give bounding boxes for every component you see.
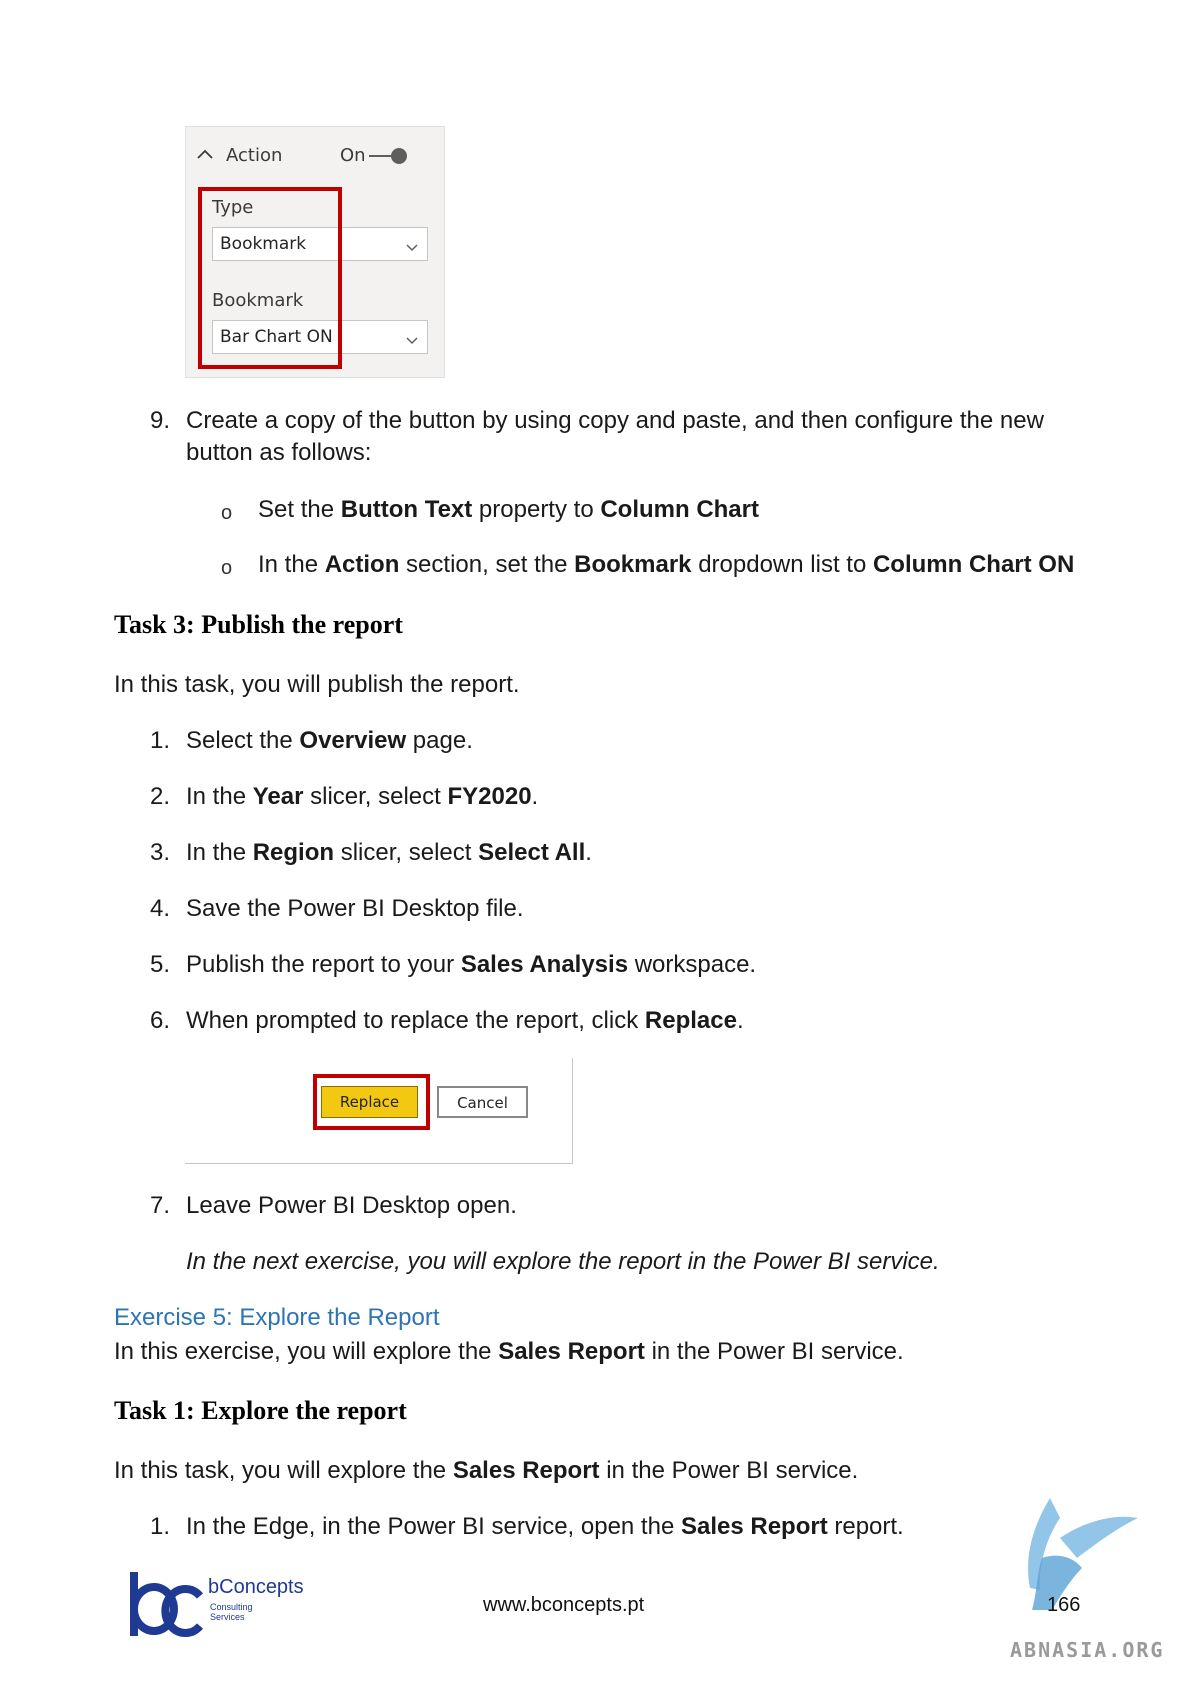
task3-step-2: In the Year slicer, select FY2020. bbox=[186, 783, 539, 810]
task1-intro: In this task, you will explore the Sales… bbox=[114, 1457, 859, 1484]
exercise5-intro: In this exercise, you will explore the S… bbox=[114, 1338, 904, 1365]
toggle-knob bbox=[391, 148, 407, 164]
watermark-text: ABNASIA.ORG bbox=[1010, 1638, 1165, 1662]
step-number: 4. bbox=[149, 895, 170, 922]
step9-line1: Create a copy of the button by using cop… bbox=[186, 407, 1044, 434]
task3-step-6: When prompted to replace the report, cli… bbox=[186, 1007, 744, 1034]
footer-url[interactable]: www.bconcepts.pt bbox=[483, 1594, 644, 1617]
page-number: 166 bbox=[1047, 1594, 1081, 1616]
step-number: 1. bbox=[149, 1513, 170, 1540]
task1-step-1: In the Edge, in the Power BI service, op… bbox=[186, 1513, 904, 1540]
step9-bullet-2: In the Action section, set the Bookmark … bbox=[258, 551, 1075, 578]
task3-step-3: In the Region slicer, select Select All. bbox=[186, 839, 592, 866]
step-number: 2. bbox=[149, 783, 170, 810]
action-header-label: Action bbox=[226, 145, 283, 166]
task3-step-7: Leave Power BI Desktop open. bbox=[186, 1192, 517, 1219]
brand-tagline-1: Consulting bbox=[210, 1602, 253, 1612]
task3-step-1: Select the Overview page. bbox=[186, 727, 473, 754]
step-number: 6. bbox=[149, 1007, 170, 1034]
bconcepts-logo: bConcepts Consulting Services bbox=[126, 1570, 326, 1640]
brand-name: bConcepts bbox=[208, 1576, 304, 1598]
task3-heading: Task 3: Publish the report bbox=[114, 610, 403, 639]
step-number: 3. bbox=[149, 839, 170, 866]
replace-button[interactable]: Replace bbox=[321, 1086, 418, 1118]
chevron-down-icon bbox=[405, 332, 419, 350]
task3-step-5: Publish the report to your Sales Analysi… bbox=[186, 951, 757, 978]
highlight-box bbox=[198, 187, 342, 369]
bullet-marker: o bbox=[221, 557, 233, 579]
brand-tagline-2: Services bbox=[210, 1612, 245, 1622]
task3-step-4: Save the Power BI Desktop file. bbox=[186, 895, 524, 922]
task3-intro: In this task, you will publish the repor… bbox=[114, 671, 520, 698]
chevron-down-icon bbox=[405, 239, 419, 257]
task1-heading: Task 1: Explore the report bbox=[114, 1396, 407, 1425]
toggle-label: On bbox=[340, 145, 366, 166]
step9-bullet-1: Set the Button Text property to Column C… bbox=[258, 496, 759, 523]
bullet-marker: o bbox=[221, 502, 233, 524]
cancel-button[interactable]: Cancel bbox=[437, 1086, 528, 1118]
step-number: 9. bbox=[149, 407, 170, 434]
step-number: 1. bbox=[149, 727, 170, 754]
task3-note: In the next exercise, you will explore t… bbox=[186, 1248, 940, 1275]
chevron-up-icon bbox=[196, 147, 214, 165]
step-number: 5. bbox=[149, 951, 170, 978]
step9-line2: button as follows: bbox=[186, 439, 372, 466]
exercise5-heading: Exercise 5: Explore the Report bbox=[114, 1304, 440, 1331]
step-number: 7. bbox=[149, 1192, 170, 1219]
